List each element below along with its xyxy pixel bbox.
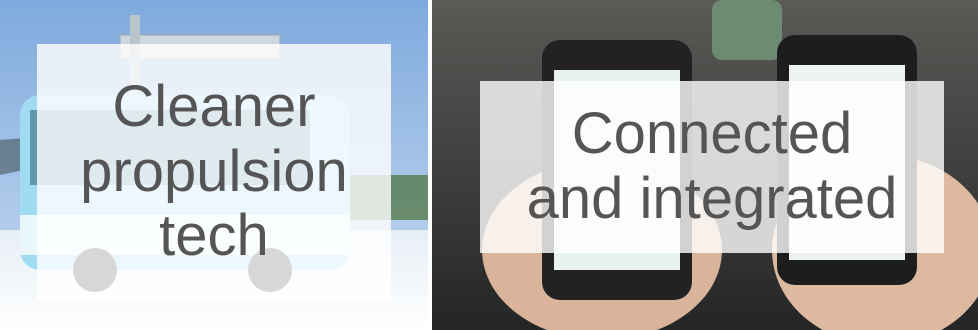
caption-text: Cleaner propulsion tech	[80, 73, 348, 270]
caption-line: propulsion	[80, 138, 348, 204]
caption-line: Cleaner	[112, 73, 316, 139]
caption-line: Connected	[571, 101, 853, 167]
caption-line: and integrated	[526, 166, 898, 231]
caption-text: Connected and integrated	[526, 101, 898, 232]
tile-caption-cleaner-propulsion: Cleaner propulsion tech	[37, 44, 391, 300]
tile-caption-connected-integrated: Connected and integrated	[480, 81, 944, 253]
caption-line: tech	[159, 203, 269, 269]
image-tiles: Cleaner propulsion tech Connected and in…	[0, 0, 978, 330]
